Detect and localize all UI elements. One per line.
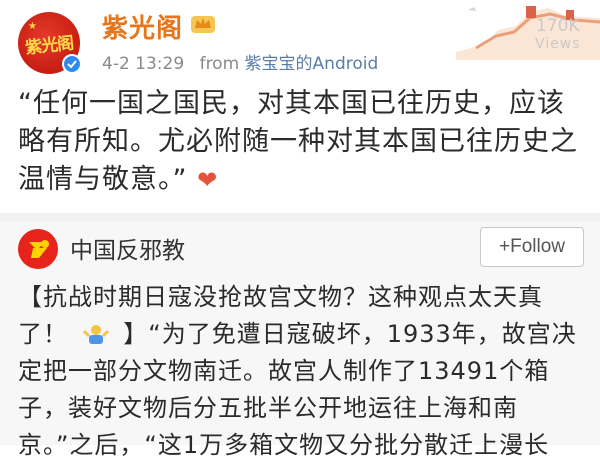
views-count: 170K <box>535 16 580 36</box>
post-time: 4-2 13:29 <box>102 54 185 74</box>
repost-author-avatar[interactable] <box>18 229 58 269</box>
star-icon: ★ <box>28 21 37 32</box>
shrug-emoji-icon <box>82 325 109 344</box>
reposted-post[interactable]: 中国反邪教 +Follow 【抗战时期日寇没抢故宫文物？这种观点太天真了！ 】“… <box>0 221 600 459</box>
follow-button[interactable]: +Follow <box>480 227 584 267</box>
views-counter: 170K Views <box>535 16 581 52</box>
post-meta: 4-2 13:29 from 紫宝宝的Android <box>102 49 378 74</box>
repost-body: 【抗战时期日寇没抢故宫文物？这种观点太天真了！ 】“为了免遭日寇破坏，1933年… <box>18 279 590 464</box>
from-label: from <box>199 54 240 74</box>
verified-badge-icon <box>62 54 82 74</box>
post-source-link[interactable]: 紫宝宝的Android <box>245 54 379 74</box>
weibo-post: ★ 紫光阁 紫光阁 4-2 13:29 from 紫宝宝的Android 170… <box>0 0 600 214</box>
heart-icon: ❤ <box>197 166 219 194</box>
repost-author-name[interactable]: 中国反邪教 <box>70 231 185 265</box>
post-text: “任何一国之国民，对其本国已往历史，应该略有所知。尤必附随一种对其本国已往历史之… <box>18 88 578 195</box>
post-body: “任何一国之国民，对其本国已往历史，应该略有所知。尤必附随一种对其本国已往历史之… <box>18 85 578 199</box>
vip-crown-icon <box>191 16 215 33</box>
author-name[interactable]: 紫光阁 <box>102 8 183 45</box>
section-divider <box>0 213 600 221</box>
avatar-logo-text: 紫光阁 <box>24 33 75 58</box>
anti-cult-logo-icon <box>29 240 49 258</box>
views-label: Views <box>535 36 581 52</box>
